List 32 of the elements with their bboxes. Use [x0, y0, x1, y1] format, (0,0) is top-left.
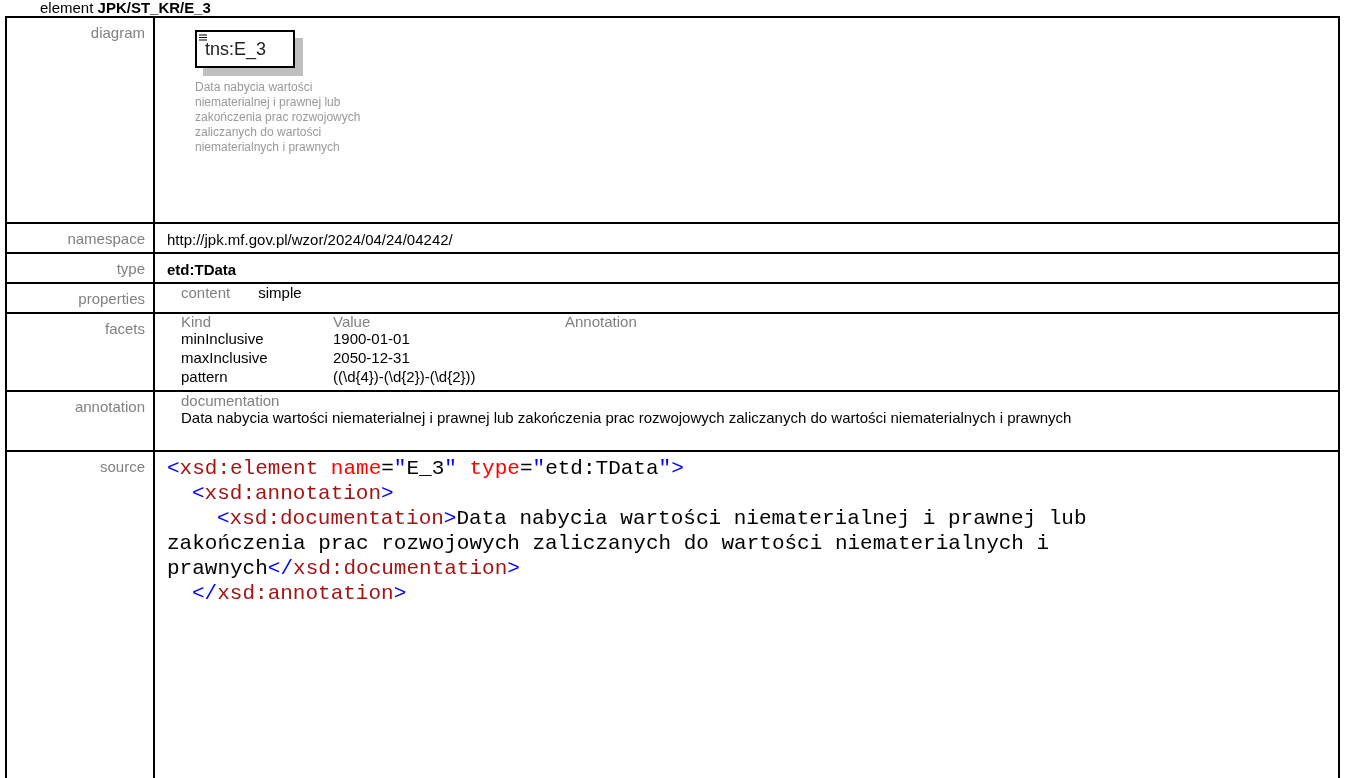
namespace-value: http://jpk.mf.gov.pl/wzor/2024/04/24/04242/ [167, 231, 453, 248]
row-label: facets [104, 319, 145, 339]
annotation-heading: documentation [181, 392, 280, 409]
row-label: properties [78, 289, 145, 309]
code-line: zakończenia prac rozwojowych zaliczanych do wartości niematerialnych i [167, 531, 1051, 556]
row-label: source [99, 457, 145, 477]
facet-column-header: Value [333, 314, 372, 330]
facet-value: 2050-12-31 [333, 349, 410, 366]
property-value: simple [258, 284, 302, 302]
row-label: diagram [90, 23, 145, 43]
facet-kind: minInclusive [181, 330, 265, 347]
lines-icon [199, 34, 207, 41]
row-label: type [116, 259, 145, 279]
code-line: <xsd:element name="E_3" type="etd:TData"> [167, 456, 685, 481]
annotation-text: Data nabycia wartości niematerialnej i prawnej lub zakończenia prac rozwojowych zaliczanych do wartości niematerialnych i prawnych [181, 409, 1073, 426]
code-line: </xsd:annotation> [191, 581, 408, 606]
type-value: etd:TData [167, 261, 237, 278]
facet-value: 1900-01-01 [333, 330, 410, 347]
property-name: content [181, 284, 231, 302]
facet-column-header: Annotation [565, 314, 637, 330]
code-line: prawnych</xsd:documentation> [167, 556, 521, 581]
facet-value: ((\d{4})-(\d{2})-(\d{2})) [333, 368, 476, 385]
code-line: <xsd:annotation> [191, 481, 395, 506]
facet-column-header: Kind [181, 314, 213, 330]
facet-kind: maxInclusive [181, 349, 269, 366]
code-line: <xsd:documentation>Data nabycia wartości niematerialnej i prawnej lub [216, 506, 1088, 531]
node-description: Data nabycia wartości niematerialnej i prawnej lub zakończenia prac rozwojowych zaliczanych do wartości niematerialnych i prawnych [195, 80, 362, 155]
row-label: namespace [67, 229, 145, 249]
page-heading: element JPK/ST_KR/E_3 [40, 0, 211, 16]
node-name: tns:E_3 [205, 37, 267, 62]
facet-kind: pattern [181, 368, 229, 385]
row-label: annotation [74, 397, 145, 417]
